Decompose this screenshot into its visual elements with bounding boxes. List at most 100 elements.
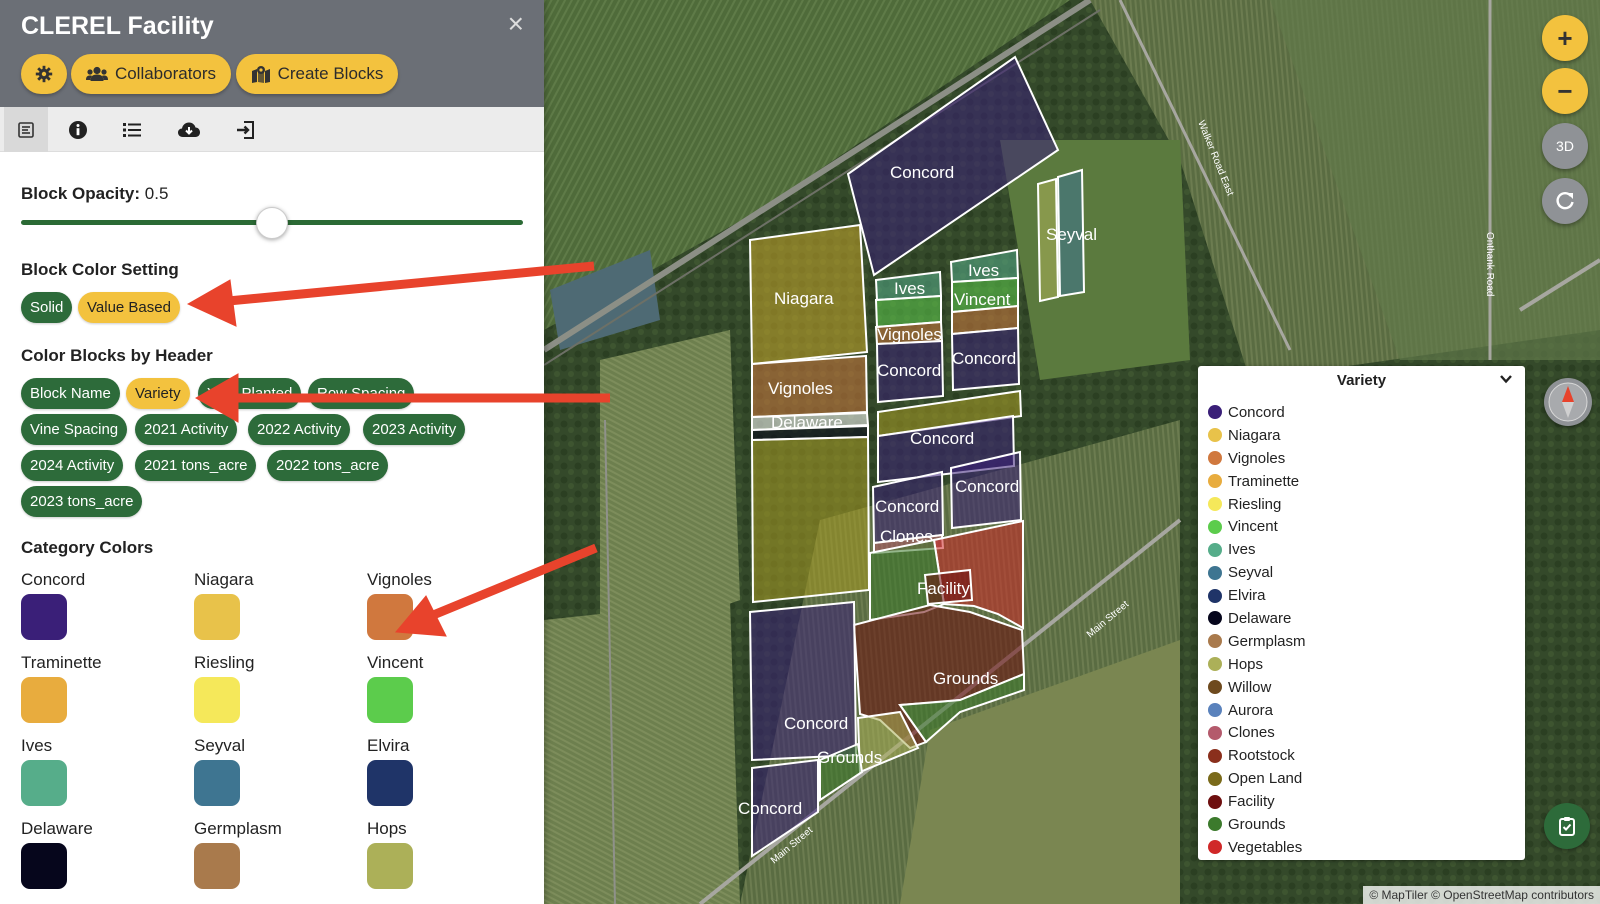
legend-title: Variety bbox=[1336, 372, 1387, 389]
legend-label: Rootstock bbox=[1228, 747, 1295, 765]
legend-color-dot bbox=[1208, 703, 1222, 718]
reset-rotation-button[interactable] bbox=[1542, 178, 1588, 224]
block-label: Concord bbox=[738, 799, 802, 818]
legend-label: Vignoles bbox=[1228, 449, 1286, 467]
zoom-in-button[interactable]: + bbox=[1542, 15, 1588, 61]
category-color-item: Elvira bbox=[367, 736, 413, 806]
legend-item: Ives bbox=[1208, 538, 1306, 561]
tab-info[interactable] bbox=[56, 107, 100, 152]
category-name: Concord bbox=[21, 570, 86, 589]
legend-label: Open Land bbox=[1228, 770, 1303, 788]
color-swatch[interactable] bbox=[367, 594, 413, 640]
category-color-item: Hops bbox=[367, 819, 413, 889]
clipboard-button[interactable] bbox=[1544, 803, 1590, 849]
chevron-down-icon[interactable] bbox=[1499, 372, 1513, 386]
block-label: Grounds bbox=[933, 669, 998, 688]
block-label: Concord bbox=[877, 361, 941, 380]
block-label: Concord bbox=[910, 429, 974, 448]
legend-list: Concord Niagara Vignoles Traminette Riesling… bbox=[1208, 401, 1306, 859]
compass-button[interactable] bbox=[1544, 378, 1592, 426]
create-blocks-button[interactable]: Create Blocks bbox=[236, 54, 398, 94]
collaborators-button[interactable]: Collaborators bbox=[71, 54, 231, 94]
page-title: CLEREL Facility bbox=[21, 12, 214, 40]
legend-item: Vincent bbox=[1208, 515, 1306, 538]
legend-color-dot bbox=[1208, 634, 1222, 649]
panel-header: CLEREL Facility × Collaborators Create B… bbox=[0, 0, 544, 107]
header-chip-2021-activity[interactable]: 2021 Activity bbox=[135, 414, 238, 445]
collaborators-label: Collaborators bbox=[114, 64, 217, 83]
minus-icon: − bbox=[1557, 76, 1573, 106]
color-swatch[interactable] bbox=[21, 594, 67, 640]
tab-import[interactable] bbox=[224, 107, 268, 152]
clipboard-icon bbox=[1559, 817, 1575, 836]
legend-color-dot bbox=[1208, 771, 1222, 786]
color-swatch[interactable] bbox=[21, 843, 67, 889]
3d-button[interactable]: 3D bbox=[1542, 123, 1588, 169]
color-swatch[interactable] bbox=[194, 677, 240, 723]
legend-item: Hops bbox=[1208, 653, 1306, 676]
category-color-item: Concord bbox=[21, 570, 85, 640]
block-label: Grounds bbox=[817, 748, 882, 767]
opacity-slider-thumb[interactable] bbox=[256, 207, 288, 239]
legend-label: Facility bbox=[1228, 793, 1275, 811]
block-label: Vignoles bbox=[877, 325, 942, 344]
color-setting-chip-value-based[interactable]: Value Based bbox=[78, 292, 180, 323]
header-chip-year-planted[interactable]: Year Planted bbox=[198, 378, 302, 409]
legend-color-dot bbox=[1208, 542, 1222, 557]
settings-button[interactable] bbox=[21, 54, 67, 94]
block-label: Concord bbox=[952, 349, 1016, 368]
legend-color-dot bbox=[1208, 497, 1222, 511]
category-color-item: Riesling bbox=[194, 653, 254, 723]
create-blocks-label: Create Blocks bbox=[277, 64, 384, 83]
color-swatch[interactable] bbox=[194, 760, 240, 806]
block-label: Seyval bbox=[1046, 225, 1097, 244]
header-chip-2023-tons-acre[interactable]: 2023 tons_acre bbox=[21, 486, 143, 517]
tab-layers[interactable] bbox=[4, 107, 48, 152]
header-chip-vine-spacing[interactable]: Vine Spacing bbox=[21, 414, 128, 445]
block-label: Clones bbox=[880, 527, 933, 546]
header-chip-2023-activity[interactable]: 2023 Activity bbox=[363, 414, 466, 445]
road-label: Onthank Road bbox=[1484, 232, 1495, 297]
header-chip-block-name[interactable]: Block Name bbox=[21, 378, 120, 409]
block-opacity-value: 0.5 bbox=[144, 184, 169, 203]
block-label: Delaware bbox=[771, 413, 843, 432]
header-chip-2022-tons-acre[interactable]: 2022 tons_acre bbox=[267, 450, 389, 481]
block-opacity-text: Block Opacity: bbox=[21, 184, 141, 203]
map-attribution[interactable]: © MapTiler © OpenStreetMap contributors bbox=[1363, 886, 1600, 904]
users-icon bbox=[85, 66, 108, 81]
legend-label: Willow bbox=[1228, 678, 1272, 696]
close-icon[interactable]: × bbox=[508, 10, 524, 38]
color-swatch[interactable] bbox=[194, 594, 240, 640]
legend-label: Elvira bbox=[1228, 587, 1266, 605]
color-setting-chip-solid[interactable]: Solid bbox=[21, 292, 73, 323]
color-swatch[interactable] bbox=[367, 760, 413, 806]
header-chip-2021-tons-acre[interactable]: 2021 tons_acre bbox=[135, 450, 257, 481]
zoom-out-button[interactable]: − bbox=[1542, 68, 1588, 114]
header-chip-2022-activity[interactable]: 2022 Activity bbox=[248, 414, 351, 445]
color-swatch[interactable] bbox=[21, 677, 67, 723]
category-color-item: Traminette bbox=[21, 653, 102, 723]
header-chip-variety[interactable]: Variety bbox=[126, 378, 190, 409]
color-blocks-by-header-label: Color Blocks by Header bbox=[21, 346, 213, 365]
header-chip-2024-activity[interactable]: 2024 Activity bbox=[21, 450, 124, 481]
panel-tabs bbox=[0, 107, 544, 152]
list-icon bbox=[123, 122, 141, 137]
color-swatch[interactable] bbox=[367, 843, 413, 889]
block-label: Ives bbox=[968, 261, 999, 280]
header-chip-row-spacing[interactable]: Row Spacing bbox=[308, 378, 415, 409]
color-swatch[interactable] bbox=[21, 760, 67, 806]
legend-item: Germplasm bbox=[1208, 630, 1306, 653]
layers-icon bbox=[18, 121, 34, 138]
legend-item: Delaware bbox=[1208, 607, 1306, 630]
block-color-setting-label: Block Color Setting bbox=[21, 260, 179, 279]
legend-item: Concord bbox=[1208, 401, 1306, 424]
category-name: Seyval bbox=[194, 736, 246, 755]
tab-download[interactable] bbox=[167, 107, 211, 152]
legend-color-dot bbox=[1208, 451, 1222, 466]
color-swatch[interactable] bbox=[194, 843, 240, 889]
category-color-item: Niagara bbox=[194, 570, 254, 640]
category-name: Delaware bbox=[21, 819, 93, 838]
color-swatch[interactable] bbox=[367, 677, 413, 723]
category-name: Elvira bbox=[367, 736, 410, 755]
tab-list[interactable] bbox=[110, 107, 154, 152]
